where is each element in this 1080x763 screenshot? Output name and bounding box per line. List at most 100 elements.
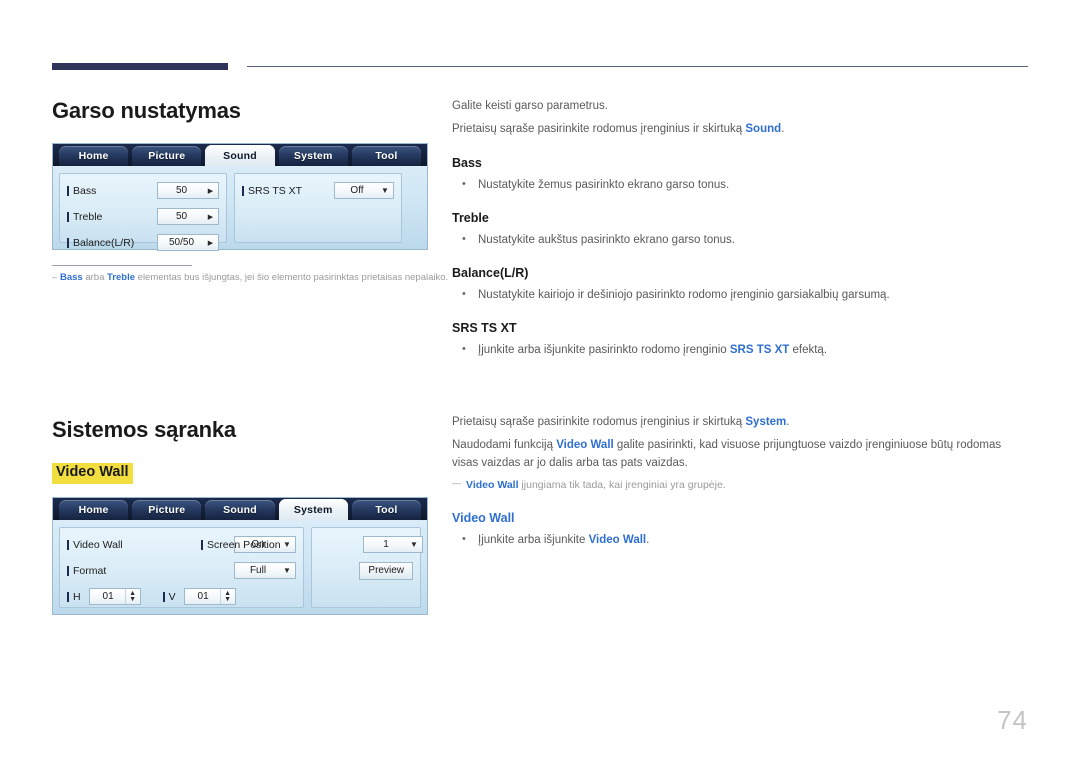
field-row-bass: Bass 50 ▶ bbox=[67, 180, 219, 201]
field-value-format: Full bbox=[249, 565, 267, 576]
note-divider-sound bbox=[52, 265, 192, 266]
system-note: Video Wall įjungiama tik tada, kai įreng… bbox=[452, 477, 1028, 494]
tab-system[interactable]: System bbox=[278, 146, 348, 166]
note-text-mid: arba bbox=[82, 272, 108, 283]
field-row-screen-position: Screen Position 1 ▼ bbox=[201, 534, 423, 555]
field-control-h[interactable]: 01 ▲ ▼ bbox=[88, 588, 141, 605]
field-control-bass[interactable]: 50 ▶ bbox=[157, 182, 219, 199]
header-rule-thin bbox=[247, 66, 1028, 67]
field-label-video-wall: Video Wall bbox=[67, 539, 123, 551]
field-value-screen-position: 1 bbox=[383, 539, 389, 550]
field-value-v: 01 bbox=[197, 591, 209, 602]
bullet-bass: Nustatykite žemus pasirinkto ekrano gars… bbox=[452, 176, 1028, 194]
note-sound: – Bass arba Treble elementas bus išjungta… bbox=[52, 272, 448, 283]
tab-sound[interactable]: Sound bbox=[205, 145, 275, 166]
system-intro-1-pre: Prietaisų sąraše pasirinkite rodomus įre… bbox=[452, 416, 746, 428]
content-column-system: Prietaisų sąraše pasirinkite rodomus įre… bbox=[452, 414, 1028, 553]
spinner-icon[interactable]: ▲ ▼ bbox=[124, 589, 140, 604]
sound-intro-1: Galite keisti garso parametrus. bbox=[452, 100, 608, 112]
field-value-srs-ts-xt: Off bbox=[350, 185, 364, 196]
osd-pane-system-right: Screen Position 1 ▼ Preview bbox=[207, 527, 423, 608]
link-srs-ts-xt: SRS TS XT bbox=[729, 344, 790, 357]
osd-body-sound: Bass 50 ▶ Treble 50 ▶ Balance(L/R) 50/50… bbox=[53, 166, 427, 251]
field-control-treble[interactable]: 50 ▶ bbox=[157, 208, 219, 225]
osd-tabbar-system: Home Picture Sound System Tool bbox=[53, 498, 427, 520]
bullet-srs-ts-xt: Įjunkite arba išjunkite pasirinkto rodom… bbox=[452, 341, 1028, 359]
field-row-preview: Preview bbox=[319, 560, 413, 581]
subheading-srs-ts-xt: SRS TS XT bbox=[452, 321, 517, 336]
field-label-v: V bbox=[163, 591, 176, 603]
link-sound-tab: Sound bbox=[745, 122, 782, 135]
osd-body-system: Video Wall On ▼ Format Full ▼ H 01 ▲ ▼ V… bbox=[53, 520, 427, 614]
header-rule-thick bbox=[52, 63, 228, 70]
note-link-bass: Bass bbox=[60, 272, 83, 283]
arrow-right-icon[interactable]: ▶ bbox=[203, 239, 218, 247]
note-text-tail: elementas bus išjungtas, jei šio element… bbox=[135, 272, 449, 283]
chevron-down-icon[interactable]: ▼ bbox=[377, 186, 393, 195]
system-intro-1-post: . bbox=[786, 416, 790, 428]
subheading-bass: Bass bbox=[452, 155, 482, 170]
bullet-srs-post: efektą. bbox=[789, 344, 828, 357]
chevron-down-icon[interactable]: ▼ bbox=[406, 540, 422, 549]
osd-screenshot-system: Home Picture Sound System Tool Video Wal… bbox=[52, 497, 428, 615]
system-intro-2: Naudodami funkciją Video Wall galite pas… bbox=[452, 437, 1028, 473]
field-label-treble: Treble bbox=[67, 211, 102, 223]
field-control-v[interactable]: 01 ▲ ▼ bbox=[183, 588, 236, 605]
sound-intro-2-pre: Prietaisų sąraše pasirinkite rodomus įre… bbox=[452, 122, 746, 135]
osd-pane-sound-left: Bass 50 ▶ Treble 50 ▶ Balance(L/R) 50/50… bbox=[59, 173, 227, 251]
field-label-h: H bbox=[67, 591, 81, 603]
field-control-screen-position[interactable]: 1 ▼ bbox=[363, 536, 423, 553]
tab-sound[interactable]: Sound bbox=[205, 500, 275, 520]
tab-tool[interactable]: Tool bbox=[351, 146, 422, 166]
bullet-video-wall: Įjunkite arba išjunkite Video Wall. bbox=[452, 531, 1028, 549]
field-row-hv: H 01 ▲ ▼ V 01 ▲ ▼ bbox=[67, 586, 296, 607]
bullet-balance: Nustatykite kairiojo ir dešiniojo pasiri… bbox=[452, 286, 1028, 304]
field-row-balance: Balance(L/R) 50/50 ▶ bbox=[67, 232, 219, 253]
field-label-bass: Bass bbox=[67, 185, 96, 197]
system-note-tail: įjungiama tik tada, kai įrenginiai yra g… bbox=[518, 479, 726, 492]
sound-intro-2: Prietaisų sąraše pasirinkite rodomus įre… bbox=[452, 121, 1028, 139]
tab-tool[interactable]: Tool bbox=[351, 500, 422, 520]
field-control-format[interactable]: Full ▼ bbox=[234, 562, 296, 579]
tab-picture[interactable]: Picture bbox=[132, 146, 202, 166]
osd-tabbar-sound: Home Picture Sound System Tool bbox=[53, 144, 427, 166]
subheading-balance: Balance(L/R) bbox=[452, 266, 529, 281]
system-intro-2-pre: Naudodami funkciją bbox=[452, 438, 557, 451]
field-value-h: 01 bbox=[102, 591, 114, 602]
tab-system[interactable]: System bbox=[278, 499, 348, 520]
note-link-treble: Treble bbox=[107, 272, 136, 283]
field-value-balance: 50/50 bbox=[168, 237, 195, 248]
field-value-treble: 50 bbox=[175, 211, 188, 222]
highlight-label-video-wall: Video Wall bbox=[52, 463, 133, 484]
subheading-treble: Treble bbox=[452, 210, 489, 225]
tab-picture[interactable]: Picture bbox=[132, 500, 202, 520]
note-dash: – bbox=[52, 272, 58, 283]
field-row-srs-ts-xt: SRS TS XT Off ▼ bbox=[242, 180, 394, 201]
field-label-format: Format bbox=[67, 565, 106, 577]
field-label-balance: Balance(L/R) bbox=[67, 237, 134, 249]
page-number: 74 bbox=[997, 705, 1028, 735]
field-control-srs-ts-xt[interactable]: Off ▼ bbox=[334, 182, 394, 199]
link-video-wall-2: Video Wall bbox=[588, 534, 647, 547]
bullet-srs-pre: Įjunkite arba išjunkite pasirinkto rodom… bbox=[478, 344, 730, 357]
arrow-right-icon[interactable]: ▶ bbox=[203, 213, 218, 221]
system-intro-1: Prietaisų sąraše pasirinkite rodomus įre… bbox=[452, 414, 1028, 432]
tab-home[interactable]: Home bbox=[59, 500, 129, 520]
preview-button[interactable]: Preview bbox=[359, 561, 413, 580]
spinner-icon[interactable]: ▲ ▼ bbox=[219, 589, 235, 604]
tab-home[interactable]: Home bbox=[59, 146, 129, 166]
subheading-video-wall: Video Wall bbox=[452, 511, 515, 526]
osd-pane-sound-right: SRS TS XT Off ▼ bbox=[234, 173, 402, 243]
bullet-vw-post: . bbox=[646, 534, 650, 547]
chevron-down-icon[interactable]: ▼ bbox=[279, 566, 295, 575]
arrow-right-icon[interactable]: ▶ bbox=[203, 187, 218, 195]
bullet-vw-pre: Įjunkite arba išjunkite bbox=[478, 534, 589, 547]
field-label-screen-position: Screen Position bbox=[201, 539, 281, 551]
field-label-srs-ts-xt: SRS TS XT bbox=[242, 185, 302, 197]
page-title-system: Sistemos sąranka bbox=[52, 417, 236, 442]
link-video-wall-note: Video Wall bbox=[466, 479, 519, 492]
osd-screenshot-sound: Home Picture Sound System Tool Bass 50 ▶… bbox=[52, 143, 428, 251]
link-video-wall-1: Video Wall bbox=[556, 438, 614, 451]
sound-intro-2-post: . bbox=[781, 122, 785, 135]
field-control-balance[interactable]: 50/50 ▶ bbox=[157, 234, 219, 251]
